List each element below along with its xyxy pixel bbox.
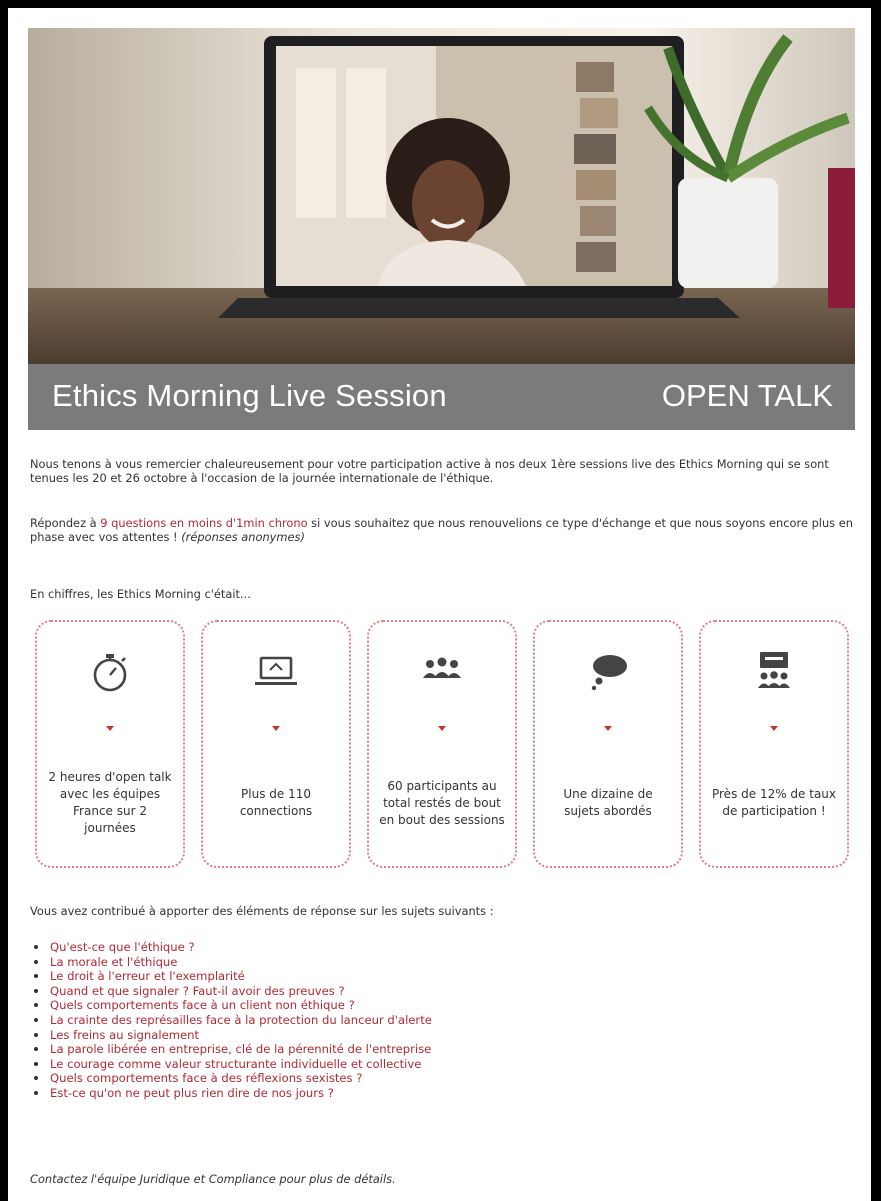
people-group-icon [423, 657, 461, 678]
survey-text-before: Répondez à [30, 516, 101, 530]
topic-link[interactable]: Les freins au signalement [34, 1028, 432, 1043]
footer-contact: Contactez l'équipe Juridique et Complian… [30, 1172, 396, 1186]
banner-title: Ethics Morning Live Session [52, 378, 447, 413]
topic-link[interactable]: Le courage comme valeur structurante ind… [34, 1057, 432, 1072]
stat-card: Plus de 110 connections [201, 620, 351, 868]
topics-list: Qu'est-ce que l'éthique ? La morale et l… [30, 940, 432, 1101]
stat-card: Près de 12% de taux de participation ! [699, 620, 849, 868]
topic-link[interactable]: Qu'est-ce que l'éthique ? [34, 940, 432, 955]
topic-link[interactable]: Est-ce qu'on ne peut plus rien dire de n… [34, 1086, 432, 1101]
laptop-icon [255, 656, 297, 685]
card-marker-icon [770, 726, 778, 731]
stat-text: Près de 12% de taux de participation ! [711, 787, 837, 818]
stat-text: 2 heures d'open talk avec les équipes Fr… [48, 770, 172, 835]
newsletter-page: Ethics Morning Live Session OPEN TALK No… [8, 8, 871, 1201]
survey-note: (réponses anonymes) [181, 530, 305, 544]
banner-tag: OPEN TALK [661, 378, 833, 413]
topic-link[interactable]: Le droit à l'erreur et l'exemplarité [34, 969, 432, 984]
topic-link[interactable]: La morale et l'éthique [34, 955, 432, 970]
survey-link[interactable]: 9 questions en moins d'1min chrono [100, 516, 307, 530]
survey-paragraph: Répondez à 9 questions en moins d'1min c… [30, 516, 856, 544]
stat-text: Plus de 110 connections [239, 787, 313, 818]
stat-card: 2 heures d'open talk avec les équipes Fr… [35, 620, 185, 868]
topic-link[interactable]: La parole libérée en entreprise, clé de … [34, 1042, 432, 1057]
stat-card: Une dizaine de sujets abordés [533, 620, 683, 868]
stats-cards: 2 heures d'open talk avec les équipes Fr… [35, 620, 855, 870]
figures-intro: En chiffres, les Ethics Morning c'était.… [30, 587, 251, 601]
card-marker-icon [106, 726, 114, 731]
stat-text: 60 participants au total restés de bout … [379, 778, 505, 827]
laptop-video-call-illustration [28, 28, 855, 364]
topic-link[interactable]: Quand et que signaler ? Faut-il avoir de… [34, 984, 432, 999]
thanks-paragraph: Nous tenons à vous remercier chaleureuse… [30, 457, 829, 485]
stat-card: 60 participants au total restés de bout … [367, 620, 517, 868]
topics-intro: Vous avez contribué à apporter des éléme… [30, 904, 494, 918]
stopwatch-icon [93, 654, 127, 692]
topic-link[interactable]: La crainte des représailles face à la pr… [34, 1013, 432, 1028]
card-marker-icon [272, 726, 280, 731]
topic-link[interactable]: Quels comportements face à des réflexion… [34, 1071, 432, 1086]
stat-text: Une dizaine de sujets abordés [563, 787, 653, 818]
card-marker-icon [438, 726, 446, 731]
topic-link[interactable]: Quels comportements face à un client non… [34, 998, 432, 1013]
hero-image [28, 28, 855, 364]
card-marker-icon [604, 726, 612, 731]
presentation-audience-icon [758, 652, 790, 688]
title-banner: Ethics Morning Live Session OPEN TALK [28, 364, 855, 430]
thought-bubble-icon [591, 655, 627, 691]
